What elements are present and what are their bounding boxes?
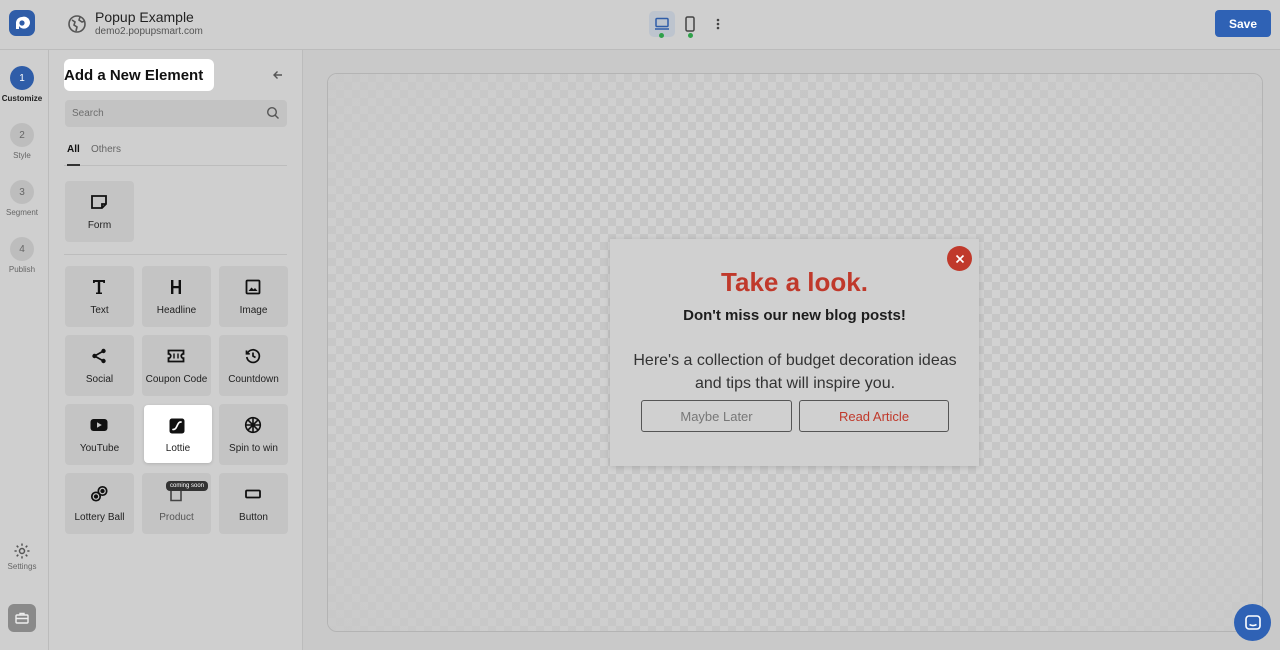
element-image[interactable]: Image [219, 266, 288, 327]
element-tabs: All Others [64, 142, 287, 166]
history-icon [244, 347, 262, 365]
arrow-left-icon[interactable] [269, 66, 287, 84]
step-label: Publish [8, 265, 36, 274]
step-style[interactable]: 2 Style [0, 123, 44, 160]
read-article-button[interactable]: Read Article [799, 400, 949, 432]
image-icon [244, 278, 262, 296]
element-social[interactable]: Social [65, 335, 134, 396]
element-label: Lottery Ball [74, 512, 125, 523]
step-label: Segment [5, 208, 39, 217]
site-url: demo2.popupsmart.com [95, 26, 203, 37]
step-publish[interactable]: 4 Publish [0, 237, 44, 274]
maybe-later-button[interactable]: Maybe Later [641, 400, 792, 432]
element-text[interactable]: Text [65, 266, 134, 327]
element-coupon-code[interactable]: Coupon Code [142, 335, 211, 396]
headline-icon [167, 278, 185, 296]
popup-body-text[interactable]: Here's a collection of budget decoration… [630, 349, 960, 395]
save-button[interactable]: Save [1215, 10, 1271, 37]
step-label: Style [13, 151, 31, 160]
element-label: Text [90, 305, 109, 316]
element-label: Image [239, 305, 268, 316]
settings-button[interactable]: Settings [0, 542, 44, 571]
element-spin-to-win[interactable]: Spin to win [219, 404, 288, 465]
desktop-status-dot [659, 33, 664, 38]
briefcase-icon[interactable] [8, 604, 36, 632]
element-label: YouTube [79, 443, 120, 454]
element-label: Spin to win [229, 443, 278, 454]
popupsmart-logo-icon[interactable] [9, 10, 35, 36]
panel-title: Add a New Element [64, 59, 214, 91]
lottie-icon [168, 417, 186, 435]
element-headline[interactable]: Headline [142, 266, 211, 327]
step-label: Customize [1, 94, 43, 103]
step-number: 1 [10, 66, 34, 90]
more-options-icon[interactable] [708, 12, 728, 36]
lottery-ball-icon [90, 485, 108, 503]
step-number: 2 [10, 123, 34, 147]
step-segment[interactable]: 3 Segment [0, 180, 44, 217]
element-label: Product [159, 512, 194, 523]
top-bar: Popup Example demo2.popupsmart.com Save [0, 0, 1280, 50]
youtube-icon [90, 416, 108, 434]
step-number: 3 [10, 180, 34, 204]
element-lottery-ball[interactable]: Lottery Ball [65, 473, 134, 534]
mobile-status-dot [688, 33, 693, 38]
form-icon [90, 193, 108, 211]
section-divider [64, 254, 287, 255]
element-countdown[interactable]: Countdown [219, 335, 288, 396]
coupon-icon [167, 347, 185, 365]
wheel-icon [244, 416, 262, 434]
settings-label: Settings [7, 562, 37, 571]
element-lottie[interactable]: Lottie [144, 405, 212, 463]
popup-heading[interactable]: Take a look. [610, 267, 979, 298]
element-label: Coupon Code [145, 374, 208, 385]
tab-all[interactable]: All [67, 144, 80, 166]
site-title: Popup Example [95, 9, 194, 25]
element-label: Headline [156, 305, 197, 316]
element-product: coming soon Product [142, 473, 211, 534]
add-element-panel: Add a New Element All Others Form Text H… [49, 50, 303, 650]
search-input[interactable] [65, 100, 287, 127]
popup-subheading[interactable]: Don't miss our new blog posts! [610, 307, 979, 324]
element-label: Form [87, 220, 112, 231]
element-label: Lottie [165, 443, 191, 454]
element-label: Countdown [228, 374, 279, 385]
coming-soon-tooltip: coming soon [166, 481, 209, 491]
step-customize[interactable]: 1 Customize [0, 66, 44, 103]
element-form[interactable]: Form [65, 181, 134, 242]
globe-icon [66, 13, 88, 35]
text-icon [90, 278, 108, 296]
element-button[interactable]: Button [219, 473, 288, 534]
element-youtube[interactable]: YouTube [65, 404, 134, 465]
steps-rail: 1 Customize 2 Style 3 Segment 4 Publish … [0, 50, 49, 650]
close-icon [955, 254, 965, 264]
step-number: 4 [10, 237, 34, 261]
chat-support-button[interactable] [1234, 604, 1271, 641]
element-label: Social [85, 374, 114, 385]
button-icon [244, 485, 262, 503]
share-icon [90, 347, 108, 365]
tab-others[interactable]: Others [91, 144, 121, 166]
search-icon[interactable] [266, 106, 280, 120]
chat-icon [1244, 614, 1262, 632]
element-label: Button [239, 512, 268, 523]
gear-icon [13, 542, 31, 560]
